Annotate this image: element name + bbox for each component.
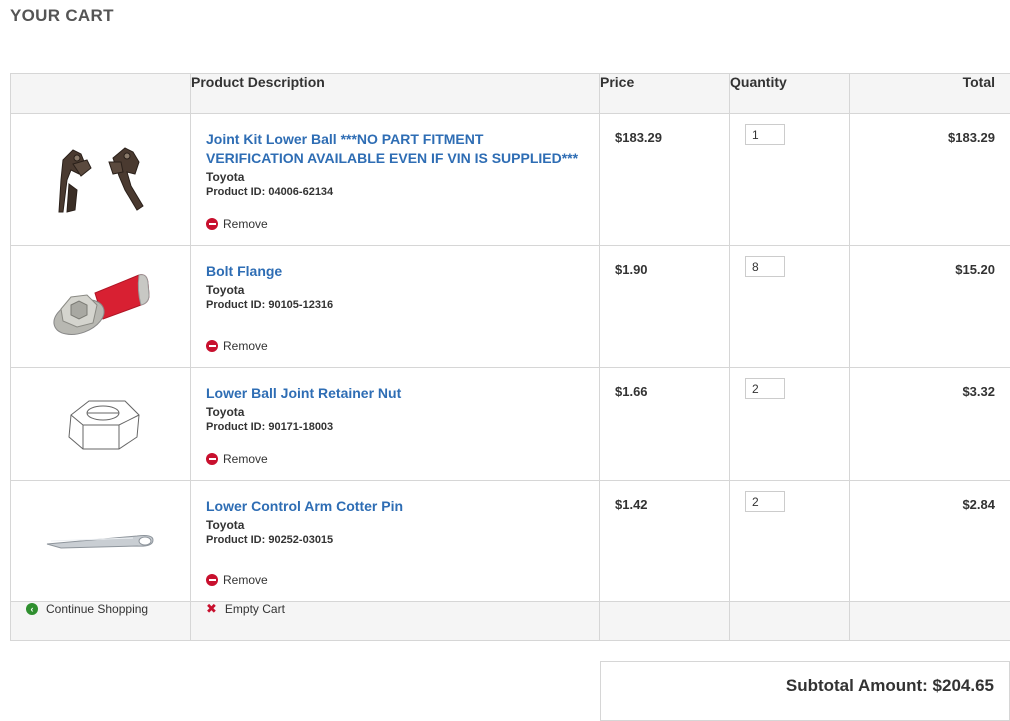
cart-table: Product Description Price Quantity Total… — [10, 73, 1010, 641]
subtotal-box: Subtotal Amount: $204.65 — [600, 661, 1010, 721]
product-id: Product ID: 90171-18003 — [206, 421, 584, 433]
product-description-cell: Joint Kit Lower Ball ***NO PART FITMENT … — [191, 114, 600, 246]
quantity-input[interactable] — [745, 256, 785, 277]
product-price: $1.42 — [600, 481, 730, 602]
product-image-cell — [11, 368, 191, 481]
header-image — [11, 74, 191, 114]
remove-icon — [206, 218, 218, 230]
product-description-cell: Bolt Flange Toyota Product ID: 90105-123… — [191, 246, 600, 368]
quantity-input[interactable] — [745, 378, 785, 399]
table-row: Bolt Flange Toyota Product ID: 90105-123… — [11, 246, 1010, 368]
close-icon: ✖ — [206, 603, 217, 615]
product-id: Product ID: 90252-03015 — [206, 534, 584, 546]
table-row: Lower Control Arm Cotter Pin Toyota Prod… — [11, 481, 1010, 602]
subtotal-amount: Subtotal Amount: $204.65 — [786, 676, 994, 695]
continue-shopping-label: Continue Shopping — [46, 602, 148, 616]
product-brand: Toyota — [206, 283, 584, 297]
quantity-cell — [730, 246, 850, 368]
remove-icon — [206, 574, 218, 586]
table-header-row: Product Description Price Quantity Total — [11, 74, 1010, 114]
remove-label: Remove — [223, 452, 268, 466]
table-row: Lower Ball Joint Retainer Nut Toyota Pro… — [11, 368, 1010, 481]
footer-cell — [730, 602, 850, 641]
continue-shopping-button[interactable]: ‹ Continue Shopping — [11, 602, 190, 616]
product-image-cell — [11, 246, 191, 368]
product-id: Product ID: 90105-12316 — [206, 299, 584, 311]
remove-button[interactable]: Remove — [206, 452, 268, 466]
ball-joint-kit-icon[interactable] — [51, 140, 151, 220]
product-price: $1.90 — [600, 246, 730, 368]
header-description: Product Description — [191, 74, 600, 114]
header-total: Total — [850, 74, 1010, 114]
empty-cart-label: Empty Cart — [225, 602, 285, 616]
hex-nut-icon[interactable] — [51, 389, 151, 459]
product-name-link[interactable]: Bolt Flange — [206, 262, 584, 281]
product-name-link[interactable]: Lower Ball Joint Retainer Nut — [206, 384, 584, 403]
header-quantity: Quantity — [730, 74, 850, 114]
line-total: $3.32 — [850, 368, 1010, 481]
footer-cell: ‹ Continue Shopping — [11, 602, 191, 641]
remove-icon — [206, 340, 218, 352]
product-brand: Toyota — [206, 518, 584, 532]
product-image-cell — [11, 481, 191, 602]
quantity-cell — [730, 481, 850, 602]
footer-cell: ✖ Empty Cart — [191, 602, 600, 641]
product-description-cell: Lower Ball Joint Retainer Nut Toyota Pro… — [191, 368, 600, 481]
product-brand: Toyota — [206, 405, 584, 419]
product-price: $1.66 — [600, 368, 730, 481]
quantity-cell — [730, 114, 850, 246]
footer-cell — [600, 602, 730, 641]
footer-cell — [850, 602, 1010, 641]
line-total: $2.84 — [850, 481, 1010, 602]
table-row: Joint Kit Lower Ball ***NO PART FITMENT … — [11, 114, 1010, 246]
header-price: Price — [600, 74, 730, 114]
table-footer-row: ‹ Continue Shopping ✖ Empty Cart — [11, 602, 1010, 641]
line-total: $183.29 — [850, 114, 1010, 246]
product-id: Product ID: 04006-62134 — [206, 186, 584, 198]
quantity-input[interactable] — [745, 491, 785, 512]
product-brand: Toyota — [206, 170, 584, 184]
quantity-cell — [730, 368, 850, 481]
page-title: YOUR CART — [10, 6, 114, 26]
remove-label: Remove — [223, 217, 268, 231]
quantity-input[interactable] — [745, 124, 785, 145]
remove-label: Remove — [223, 573, 268, 587]
remove-button[interactable]: Remove — [206, 573, 268, 587]
remove-button[interactable]: Remove — [206, 217, 268, 231]
product-price: $183.29 — [600, 114, 730, 246]
product-name-link[interactable]: Joint Kit Lower Ball ***NO PART FITMENT … — [206, 130, 584, 168]
product-image-cell — [11, 114, 191, 246]
product-description-cell: Lower Control Arm Cotter Pin Toyota Prod… — [191, 481, 600, 602]
remove-label: Remove — [223, 339, 268, 353]
line-total: $15.20 — [850, 246, 1010, 368]
cotter-pin-icon[interactable] — [41, 526, 161, 556]
arrow-left-circle-icon: ‹ — [26, 603, 38, 615]
remove-button[interactable]: Remove — [206, 339, 268, 353]
empty-cart-button[interactable]: ✖ Empty Cart — [191, 602, 599, 616]
remove-icon — [206, 453, 218, 465]
flange-bolt-icon[interactable] — [51, 267, 151, 347]
product-name-link[interactable]: Lower Control Arm Cotter Pin — [206, 497, 584, 516]
